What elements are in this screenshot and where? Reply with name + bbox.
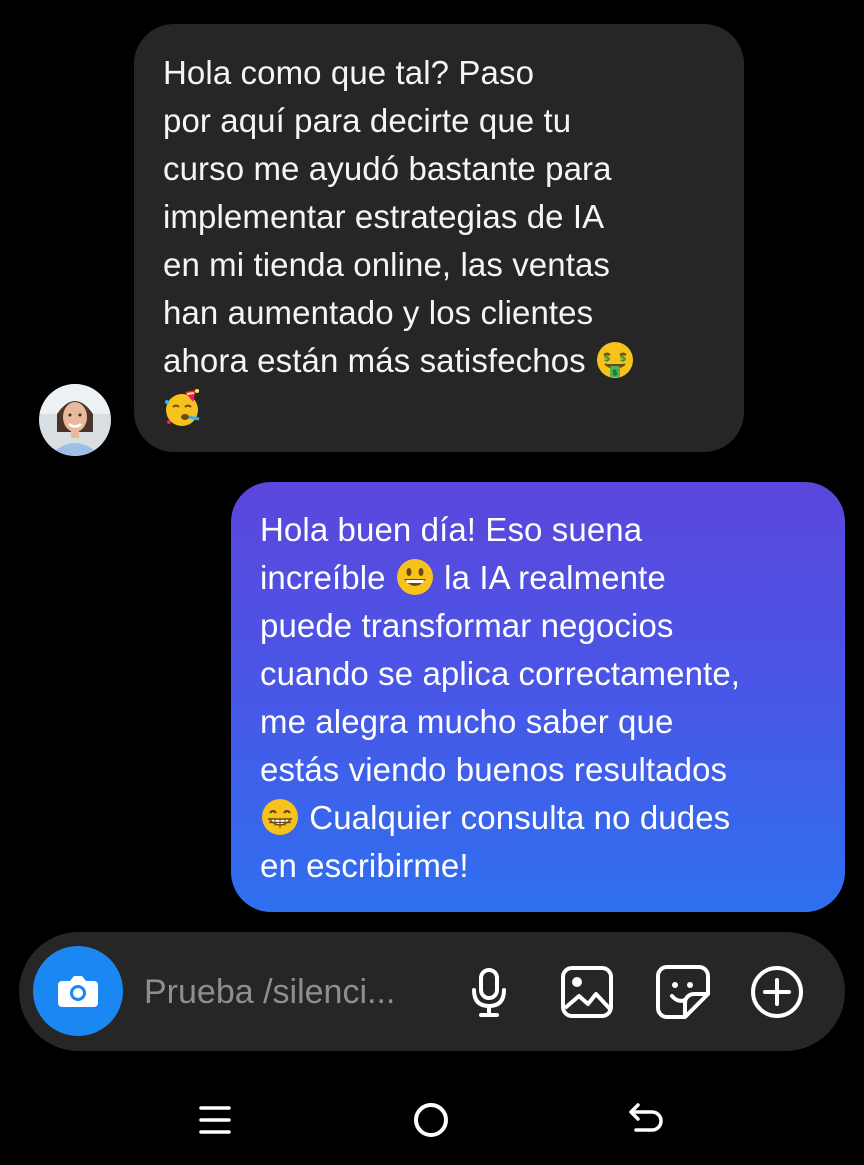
camera-icon	[58, 976, 98, 1007]
add-circle-icon	[751, 966, 803, 1018]
camera-button[interactable]	[33, 946, 123, 1036]
message-input[interactable]: Prueba /silenci...	[144, 968, 444, 1016]
gallery-icon	[561, 966, 613, 1018]
received-message-bubble[interactable]: Hola como que tal? Paso por aquí para de…	[134, 24, 744, 452]
received-message-text: Hola como que tal? Paso por aquí para de…	[163, 54, 612, 379]
sticker-button[interactable]	[653, 962, 713, 1022]
message-composer: Prueba /silenci...	[19, 932, 845, 1051]
sent-message-bubble[interactable]: Hola buen día! Eso suena increíble la IA…	[231, 482, 845, 912]
back-button[interactable]	[616, 1090, 676, 1150]
recent-apps-button[interactable]	[185, 1090, 245, 1150]
svg-text:$: $	[620, 353, 627, 364]
beaming-face-icon	[262, 799, 298, 835]
avatar-photo	[39, 384, 111, 456]
recent-apps-icon	[199, 1106, 231, 1134]
svg-text:$: $	[604, 353, 611, 364]
message-thread: Hola como que tal? Paso por aquí para de…	[0, 0, 864, 930]
sent-message-text-part-3: Cualquier consulta no dudes en escribirm…	[260, 799, 731, 884]
gallery-button[interactable]	[557, 962, 617, 1022]
sticker-icon	[656, 965, 710, 1019]
microphone-icon	[472, 968, 506, 1017]
system-navigation-bar	[0, 1070, 864, 1165]
home-icon	[414, 1103, 448, 1137]
money-mouth-face-icon: $ $ $	[597, 342, 634, 378]
back-icon	[629, 1103, 663, 1132]
add-button[interactable]	[747, 962, 807, 1022]
contact-avatar[interactable]	[39, 384, 111, 456]
microphone-button[interactable]	[459, 962, 519, 1022]
partying-face-icon	[165, 389, 200, 426]
grinning-face-icon	[396, 559, 433, 595]
home-button[interactable]	[401, 1090, 461, 1150]
svg-text:$: $	[612, 368, 618, 377]
